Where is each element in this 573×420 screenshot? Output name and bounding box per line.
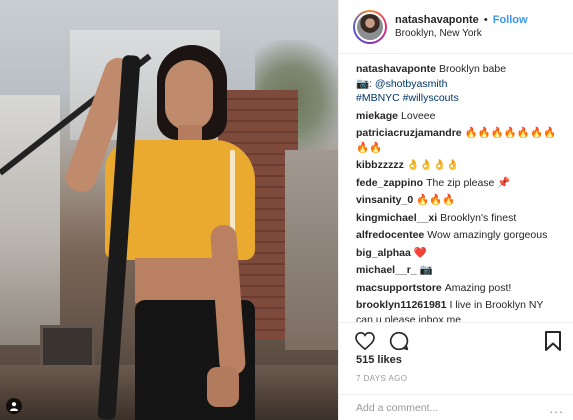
- comment-icon[interactable]: [388, 330, 410, 352]
- caption-mention[interactable]: @shotbyasmith: [375, 78, 448, 90]
- comment-item: big_alphaa ❤️: [356, 246, 561, 261]
- fire-emoji-icon: 🔥🔥🔥: [416, 194, 456, 206]
- more-options-icon[interactable]: ...: [549, 400, 564, 416]
- bookmark-icon[interactable]: [542, 330, 564, 352]
- comment-item: kingmichael__xi Brooklyn's finest: [356, 211, 561, 226]
- follow-button[interactable]: Follow: [493, 14, 528, 26]
- comment-item: brooklyn11261981 I live in Brooklyn NY ca…: [356, 298, 561, 322]
- comment-username[interactable]: miekage: [356, 110, 398, 122]
- heart-icon[interactable]: [354, 330, 376, 352]
- location-link[interactable]: Brooklyn, New York: [395, 27, 528, 41]
- heart-emoji-icon: ❤️: [413, 246, 427, 259]
- camera-icon: 📷: [356, 77, 370, 90]
- caption: natashavaponte Brooklyn babe 📷: @shotbyas…: [356, 63, 507, 104]
- avatar-image: [355, 11, 385, 42]
- comment-item: macsupportstore Amazing post!: [356, 281, 561, 296]
- comment-item: miekage Loveee: [356, 109, 561, 124]
- comment-text: Wow amazingly gorgeous: [427, 229, 548, 241]
- comment-text: Brooklyn's finest: [440, 211, 517, 224]
- ok-hand-emoji-icon: 👌👌👌👌: [406, 159, 460, 171]
- user-tag-icon[interactable]: [6, 398, 22, 414]
- comment-username[interactable]: patriciacruzjamandre: [356, 127, 462, 139]
- avatar[interactable]: [353, 9, 387, 44]
- username-link[interactable]: natashavaponte: [395, 14, 479, 26]
- add-comment-bar: ...: [339, 394, 573, 420]
- action-bar: [339, 322, 573, 358]
- comment-username[interactable]: alfredocentee: [356, 229, 424, 241]
- separator-dot: •: [483, 13, 488, 26]
- comment-username[interactable]: big_alphaa: [356, 247, 411, 259]
- comment-username[interactable]: kingmichael__xi: [356, 212, 437, 224]
- comment-text: Amazing post!: [444, 281, 512, 294]
- caption-hashtags[interactable]: #MBNYC #willyscouts: [356, 92, 459, 104]
- hand: [207, 367, 239, 407]
- caption-text: Brooklyn babe: [438, 63, 507, 75]
- caption-username[interactable]: natashavaponte: [356, 63, 436, 75]
- background-building: [285, 150, 338, 350]
- post-photo[interactable]: [0, 0, 338, 420]
- comment-username[interactable]: macsupportstore: [356, 282, 442, 294]
- comment-item: patriciacruzjamandre 🔥🔥🔥🔥🔥🔥🔥🔥🔥: [356, 126, 561, 155]
- comment-item: vinsanity_0 🔥🔥🔥: [356, 193, 561, 208]
- comment-text: Loveee: [401, 109, 436, 122]
- comment-username[interactable]: brooklyn11261981: [356, 299, 446, 311]
- post-side-panel: natashavaponte • Follow Brooklyn, New Yo…: [338, 0, 573, 420]
- comment-item: michael__r_ 📷: [356, 263, 561, 278]
- instagram-post: natashavaponte • Follow Brooklyn, New Yo…: [0, 0, 573, 420]
- comment-item: kibbzzzzz 👌👌👌👌: [356, 158, 561, 173]
- comment-text: The zip please 📌: [426, 176, 511, 189]
- comment-item: fede_zappino The zip please 📌: [356, 176, 561, 191]
- camera-emoji-icon: 📷: [419, 264, 433, 276]
- comment-item: alfredocentee Wow amazingly gorgeous: [356, 228, 561, 243]
- post-header: natashavaponte • Follow Brooklyn, New Yo…: [339, 0, 573, 54]
- comment-username[interactable]: fede_zappino: [356, 177, 423, 189]
- comment-username[interactable]: vinsanity_0: [356, 194, 413, 206]
- likes-count[interactable]: 515 likes: [356, 354, 402, 366]
- post-timestamp[interactable]: 7 DAYS AGO: [356, 374, 407, 383]
- comments-list[interactable]: natashavaponte Brooklyn babe 📷: @shotbyas…: [339, 54, 573, 322]
- header-text: natashavaponte • Follow Brooklyn, New Yo…: [395, 13, 528, 41]
- add-comment-input[interactable]: [356, 401, 526, 414]
- comment-username[interactable]: kibbzzzzz: [356, 159, 404, 171]
- comment-username[interactable]: michael__r_: [356, 264, 417, 276]
- face: [165, 60, 213, 130]
